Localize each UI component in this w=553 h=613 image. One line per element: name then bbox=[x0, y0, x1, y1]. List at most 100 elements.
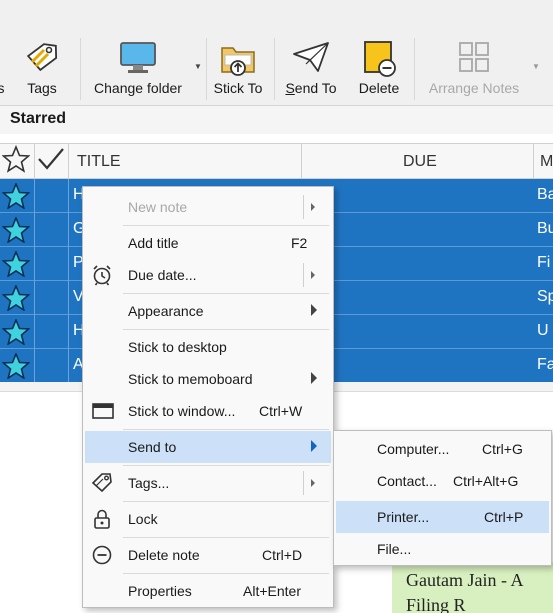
tag-icon bbox=[24, 40, 60, 79]
submenu-item-computer[interactable]: Computer... Ctrl+G bbox=[336, 433, 549, 465]
column-header-due[interactable]: DUE bbox=[403, 144, 437, 179]
star-icon[interactable] bbox=[1, 317, 31, 348]
tag-icon bbox=[91, 472, 113, 497]
menu-item-stick-to-memoboard[interactable]: Stick to memoboard bbox=[85, 363, 331, 395]
toolbar-divider bbox=[80, 38, 81, 100]
menu-separator bbox=[123, 293, 329, 294]
submenu-arrow-icon bbox=[311, 271, 315, 279]
minus-circle-icon bbox=[91, 544, 113, 569]
menu-item-label: File... bbox=[377, 541, 412, 557]
change-folder-dropdown-icon[interactable]: ▼ bbox=[194, 62, 202, 71]
change-folder-label: Change folder bbox=[94, 80, 182, 96]
monitor-icon bbox=[118, 40, 158, 79]
submenu-arrow-icon bbox=[311, 203, 315, 211]
row-more: Bu bbox=[537, 220, 553, 237]
column-divider bbox=[533, 144, 534, 179]
menu-item-label: New note bbox=[128, 199, 188, 215]
partial-toolbar-label: s bbox=[0, 80, 5, 96]
menu-item-stick-to-window[interactable]: Stick to window... Ctrl+W bbox=[85, 395, 331, 427]
menu-item-stick-to-desktop[interactable]: Stick to desktop bbox=[85, 331, 331, 363]
send-to-button[interactable]: Send To bbox=[280, 38, 342, 102]
menu-item-label: Stick to window... bbox=[128, 403, 236, 419]
menu-separator bbox=[123, 225, 329, 226]
menu-item-lock[interactable]: Lock bbox=[85, 503, 331, 535]
tags-button[interactable]: Tags bbox=[18, 38, 66, 102]
menu-item-properties[interactable]: Properties Alt+Enter bbox=[85, 575, 331, 607]
delete-label: Delete bbox=[358, 80, 400, 96]
menu-item-label: Send to bbox=[128, 439, 177, 455]
menu-separator bbox=[123, 465, 329, 466]
menu-item-label: Tags... bbox=[128, 475, 170, 491]
arrange-notes-label: Arrange Notes bbox=[428, 80, 520, 96]
stick-to-button[interactable]: Stick To bbox=[208, 38, 268, 102]
submenu-item-contact[interactable]: Contact... Ctrl+Alt+G bbox=[336, 465, 549, 497]
menu-item-delete-note[interactable]: Delete note Ctrl+D bbox=[85, 539, 331, 571]
menu-shortcut: Ctrl+G bbox=[482, 441, 523, 457]
star-icon[interactable] bbox=[1, 351, 31, 382]
menu-separator bbox=[123, 537, 329, 538]
note-preview[interactable]: Gautam Jain - A Filing R bbox=[392, 562, 553, 613]
menu-separator bbox=[123, 501, 329, 502]
menu-item-due-date[interactable]: Due date... bbox=[85, 259, 331, 291]
menu-shortcut: Ctrl+D bbox=[262, 547, 303, 563]
menu-shortcut: F2 bbox=[291, 235, 308, 251]
toolbar-divider bbox=[274, 38, 275, 100]
menu-item-label: Stick to memoboard bbox=[128, 371, 253, 387]
checkmark-column-icon[interactable] bbox=[36, 145, 66, 180]
menu-item-add-title[interactable]: Add title F2 bbox=[85, 227, 331, 259]
submenu-arrow-icon bbox=[311, 304, 317, 316]
send-to-submenu: Computer... Ctrl+G Contact... Ctrl+Alt+G… bbox=[333, 430, 552, 566]
delete-note-icon bbox=[361, 40, 397, 81]
column-divider bbox=[68, 144, 69, 179]
menu-item-tags[interactable]: Tags... bbox=[85, 467, 331, 499]
column-header-more[interactable]: M bbox=[540, 144, 553, 179]
menu-separator bbox=[123, 573, 329, 574]
menu-shortcut: Alt+Enter bbox=[243, 583, 301, 599]
menu-item-appearance[interactable]: Appearance bbox=[85, 295, 331, 327]
send-to-label: Send To bbox=[285, 80, 337, 96]
menu-item-label: Computer... bbox=[377, 441, 450, 457]
toolbar-divider bbox=[206, 38, 207, 100]
toolbar-divider bbox=[414, 38, 415, 100]
row-more: Sp bbox=[537, 288, 553, 305]
submenu-item-printer[interactable]: Printer... Ctrl+P bbox=[336, 501, 549, 533]
star-icon[interactable] bbox=[1, 181, 31, 212]
menu-item-label: Printer... bbox=[377, 509, 430, 525]
delete-button[interactable]: Delete bbox=[352, 38, 406, 102]
note-preview-line: Filing R bbox=[406, 595, 466, 613]
star-icon[interactable] bbox=[1, 249, 31, 280]
menu-item-label: Stick to desktop bbox=[128, 339, 227, 355]
submenu-arrow-icon bbox=[311, 372, 317, 384]
row-more: U bbox=[537, 322, 549, 339]
arrange-notes-button[interactable]: Arrange Notes bbox=[422, 38, 526, 102]
submenu-item-file[interactable]: File... bbox=[336, 533, 549, 565]
note-preview-line: Gautam Jain - A bbox=[406, 570, 524, 590]
menu-item-label: Properties bbox=[128, 583, 192, 599]
lock-icon bbox=[91, 508, 113, 533]
window-icon bbox=[91, 400, 115, 425]
menu-item-label: Lock bbox=[128, 511, 158, 527]
arrange-notes-dropdown-icon[interactable]: ▼ bbox=[532, 62, 540, 71]
menu-item-label: Appearance bbox=[128, 303, 204, 319]
menu-item-send-to[interactable]: Send to bbox=[85, 431, 331, 463]
star-icon[interactable] bbox=[1, 215, 31, 246]
paper-plane-icon bbox=[292, 40, 330, 77]
star-column-icon[interactable] bbox=[1, 144, 31, 180]
change-folder-button[interactable]: Change folder bbox=[86, 38, 190, 102]
toolbar: s Tags Change folder ▼ Stick To Send To … bbox=[0, 0, 553, 106]
menu-item-label: Due date... bbox=[128, 267, 197, 283]
row-more: Fa bbox=[537, 356, 553, 373]
menu-shortcut: Ctrl+Alt+G bbox=[453, 473, 519, 489]
menu-item-label: Add title bbox=[128, 235, 179, 251]
section-bar: Starred bbox=[0, 106, 553, 134]
stick-to-label: Stick To bbox=[213, 80, 263, 96]
partial-toolbar-button[interactable]: s bbox=[0, 38, 8, 102]
menu-item-label: Contact... bbox=[377, 473, 437, 489]
submenu-arrow-icon bbox=[311, 479, 315, 487]
grid-header: TITLE DUE M bbox=[0, 143, 553, 179]
tags-label: Tags bbox=[27, 80, 57, 96]
star-icon[interactable] bbox=[1, 283, 31, 314]
menu-item-new-note[interactable]: New note bbox=[85, 191, 331, 223]
grid-icon bbox=[457, 40, 491, 77]
column-header-title[interactable]: TITLE bbox=[77, 144, 121, 179]
